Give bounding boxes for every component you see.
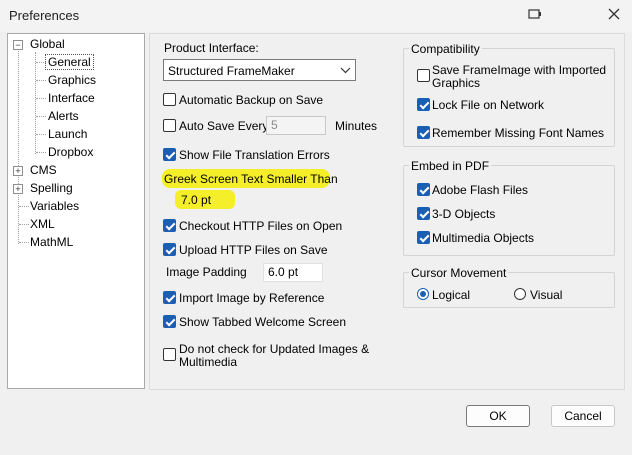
tree-item-label: CMS [30, 163, 57, 177]
help-icon[interactable] [527, 6, 543, 22]
cursor-movement-title: Cursor Movement [409, 266, 509, 280]
tree-item-label: Alerts [48, 109, 79, 123]
tree-item-spelling[interactable]: Spelling [28, 180, 75, 197]
show-translation-errors-label: Show File Translation Errors [179, 148, 330, 162]
product-interface-label: Product Interface: [164, 41, 259, 55]
lock-file-checkbox[interactable] [417, 98, 430, 111]
multimedia-objects-checkbox[interactable] [417, 231, 430, 244]
product-interface-select[interactable]: Structured FrameMaker [163, 59, 356, 81]
ok-button[interactable]: OK [466, 405, 530, 427]
no-check-updated-label: Multimedia [179, 355, 238, 369]
auto-save-unit: Minutes [335, 119, 378, 133]
auto-save-checkbox[interactable] [163, 119, 176, 132]
tree-item-label: XML [30, 217, 55, 231]
tree-item-dropbox[interactable]: Dropbox [46, 144, 95, 161]
image-padding-input[interactable]: 6.0 pt [263, 263, 323, 282]
save-frameimage-checkbox[interactable] [417, 69, 430, 82]
flash-files-label: Adobe Flash Files [432, 183, 529, 197]
window-title: Preferences [9, 8, 80, 23]
tree-item-label: Graphics [48, 73, 97, 87]
tree-item-global[interactable]: Global [28, 36, 67, 53]
tree-connector [36, 80, 46, 81]
tree-connector [36, 98, 46, 99]
cancel-button[interactable]: Cancel [551, 405, 615, 427]
import-by-reference-checkbox[interactable] [163, 291, 176, 304]
checkout-http-label: Checkout HTTP Files on Open [179, 219, 343, 233]
upload-http-label: Upload HTTP Files on Save [179, 243, 328, 257]
category-tree[interactable]: − Global General Graphics Interface Aler… [7, 33, 145, 389]
tree-item-launch[interactable]: Launch [46, 126, 89, 143]
chevron-down-icon [340, 63, 351, 80]
logical-label: Logical [432, 288, 471, 302]
lock-file-label: Lock File on Network [432, 98, 545, 112]
expand-icon[interactable]: + [13, 166, 23, 176]
greek-text-label: Greek Screen Text Smaller Than [164, 172, 338, 186]
tree-item-label: Variables [30, 199, 80, 213]
show-translation-errors-checkbox[interactable] [163, 148, 176, 161]
tabbed-welcome-label: Show Tabbed Welcome Screen [179, 315, 346, 329]
objects-3d-label: 3-D Objects [432, 207, 496, 221]
tree-item-general[interactable]: General [45, 54, 94, 71]
product-interface-value: Structured FrameMaker [168, 64, 295, 78]
tree-connector [18, 49, 19, 244]
tree-item-variables[interactable]: Variables [28, 198, 81, 215]
tree-item-graphics[interactable]: Graphics [46, 72, 98, 89]
image-padding-label: Image Padding [166, 265, 247, 279]
expand-icon[interactable]: + [13, 184, 23, 194]
tree-item-cms[interactable]: CMS [28, 162, 59, 179]
collapse-icon[interactable]: − [13, 40, 23, 50]
auto-backup-label: Automatic Backup on Save [179, 93, 324, 107]
auto-save-label: Auto Save Every [179, 119, 269, 133]
remember-fonts-checkbox[interactable] [417, 126, 430, 139]
tree-item-label: MathML [30, 235, 74, 249]
tree-item-label: General [45, 54, 94, 70]
tree-item-label: Launch [48, 127, 88, 141]
tree-item-interface[interactable]: Interface [46, 90, 97, 107]
tree-item-label: Spelling [30, 181, 73, 195]
tree-item-label: Dropbox [48, 145, 94, 159]
visual-radio[interactable] [514, 288, 526, 300]
save-frameimage-label: Save FrameImage with Imported [432, 63, 607, 77]
tree-connector [36, 152, 46, 153]
objects-3d-checkbox[interactable] [417, 207, 430, 220]
logical-radio[interactable] [417, 288, 429, 300]
flash-files-checkbox[interactable] [417, 183, 430, 196]
multimedia-objects-label: Multimedia Objects [432, 231, 535, 245]
tree-connector [36, 134, 46, 135]
tree-connector [36, 62, 46, 63]
tree-item-label: Global [30, 37, 65, 51]
save-frameimage-label: Graphics [432, 76, 481, 90]
compatibility-title: Compatibility [409, 42, 482, 56]
tree-connector [36, 116, 46, 117]
checkout-http-checkbox[interactable] [163, 219, 176, 232]
import-by-reference-label: Import Image by Reference [179, 291, 325, 305]
tree-item-alerts[interactable]: Alerts [46, 108, 81, 125]
tree-connector [35, 52, 36, 154]
no-check-updated-label: Do not check for Updated Images & [179, 342, 370, 356]
remember-fonts-label: Remember Missing Font Names [432, 126, 605, 140]
tree-item-mathml[interactable]: MathML [28, 234, 75, 251]
embed-pdf-title: Embed in PDF [409, 159, 492, 173]
tabbed-welcome-checkbox[interactable] [163, 315, 176, 328]
no-check-updated-checkbox[interactable] [163, 348, 176, 361]
auto-backup-checkbox[interactable] [163, 93, 176, 106]
visual-label: Visual [530, 288, 563, 302]
upload-http-checkbox[interactable] [163, 243, 176, 256]
close-icon[interactable] [606, 6, 622, 22]
tree-item-xml[interactable]: XML [28, 216, 57, 233]
auto-save-minutes-input[interactable]: 5 [266, 116, 326, 135]
greek-text-size-input[interactable]: 7.0 pt [181, 193, 211, 207]
tree-item-label: Interface [48, 91, 95, 105]
